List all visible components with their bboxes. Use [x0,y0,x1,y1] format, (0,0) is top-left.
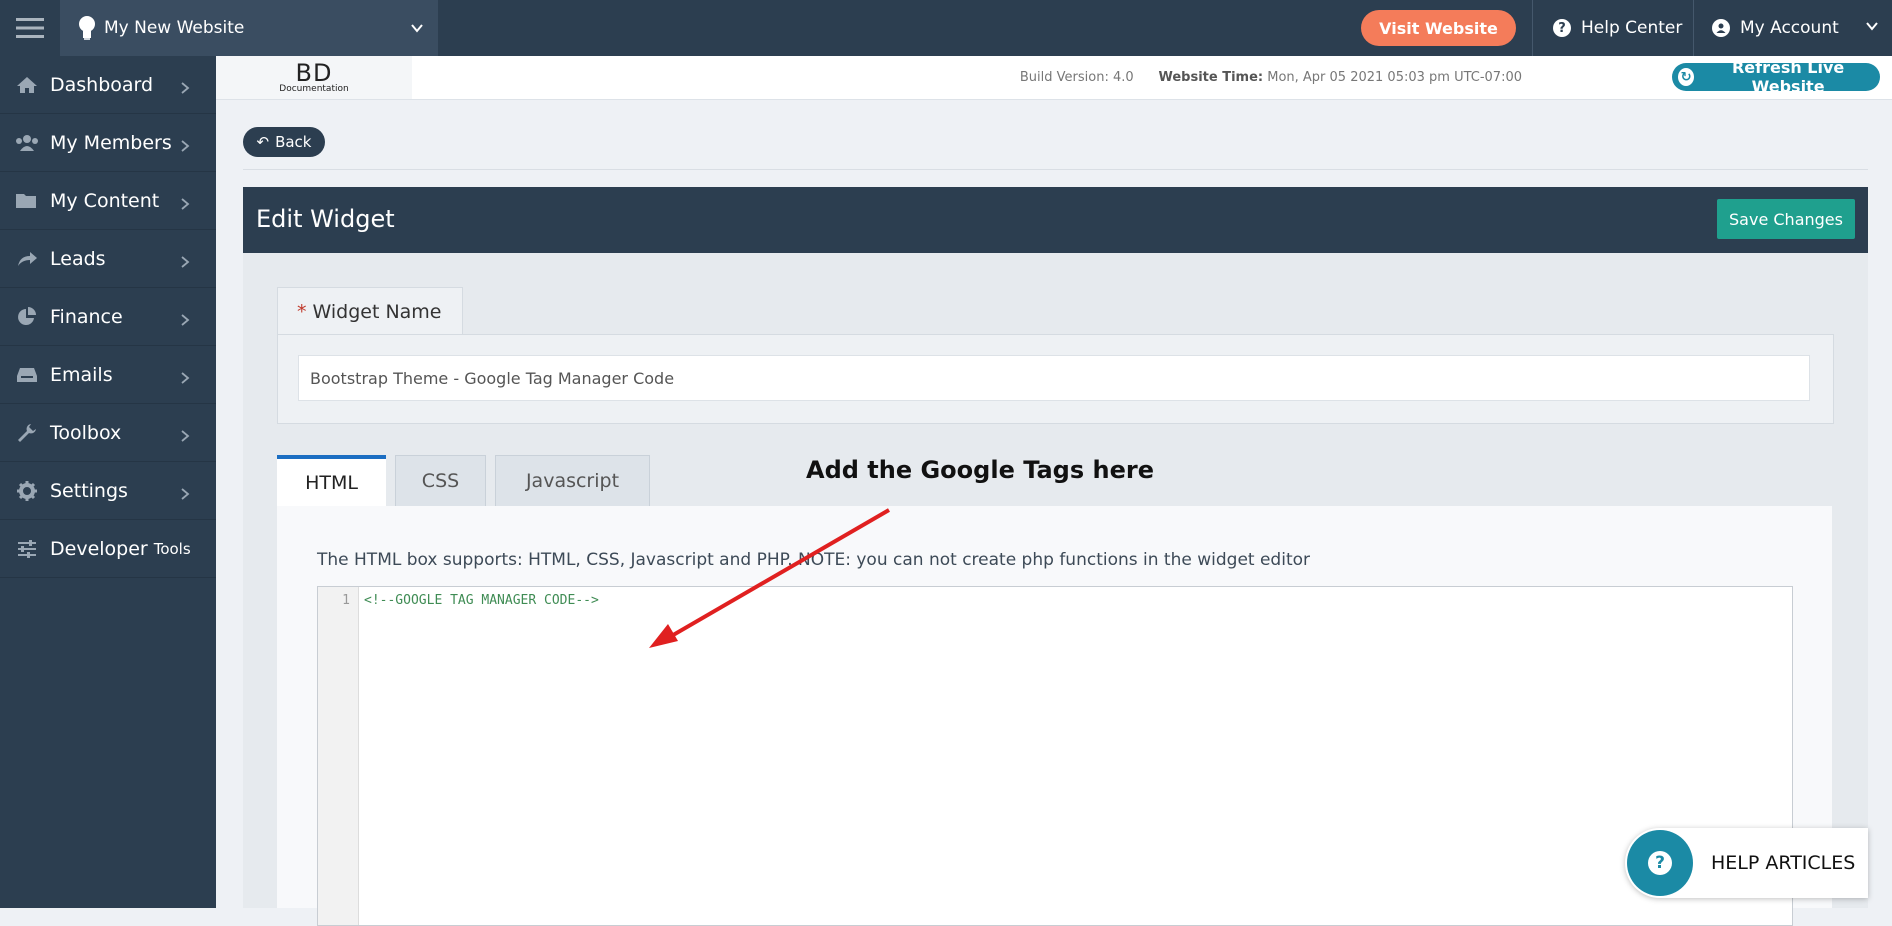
sidebar-item-leads[interactable]: Leads [0,230,216,288]
chevron-right-icon [180,368,190,390]
sub-header: BD Documentation Build Version: 4.0 Webs… [216,56,1892,100]
sidebar-item-my-content[interactable]: My Content [0,172,216,230]
website-selector[interactable]: My New Website [60,0,438,56]
sidebar-item-label: Toolbox [50,421,122,444]
share-icon [14,250,40,268]
inbox-icon [14,366,40,384]
refresh-icon: ↻ [1678,68,1695,86]
sidebar-item-label: Emails [50,363,113,386]
sidebar-item-settings[interactable]: Settings [0,462,216,520]
wrench-icon [14,423,40,443]
gear-icon [14,480,40,501]
sidebar-item-toolbox[interactable]: Toolbox [0,404,216,462]
annotation-text: Add the Google Tags here [806,456,1154,484]
chevron-right-icon [180,252,190,274]
chevron-right-icon [180,426,190,448]
chevron-right-icon [180,194,190,216]
back-button[interactable]: ↶ Back [243,127,325,157]
pie-chart-icon [14,306,40,327]
sidebar-item-label: Settings [50,479,128,502]
sidebar-item-label: Leads [50,247,106,270]
website-name: My New Website [104,18,245,38]
folder-icon [14,192,40,210]
sliders-icon [14,539,40,558]
sidebar-item-label: My Members [50,131,172,154]
divider [243,169,1868,170]
chevron-right-icon [180,78,190,100]
chevron-right-icon [180,136,190,158]
chevron-down-icon [1865,18,1879,38]
code-editor[interactable]: 1 <!--GOOGLE TAG MANAGER CODE--> [317,586,1793,926]
website-time-value: Mon, Apr 05 2021 05:03 pm UTC-07:00 [1267,70,1522,85]
tab-css[interactable]: CSS [395,455,486,506]
code-line[interactable]: <!--GOOGLE TAG MANAGER CODE--> [364,593,599,608]
my-account-menu[interactable]: My Account [1712,0,1879,56]
widget-name-tab: * Widget Name [277,287,463,335]
question-icon: ? [1627,830,1693,896]
logo-subtext: Documentation [279,83,349,94]
edit-widget-header: Edit Widget Save Changes [243,187,1868,253]
save-changes-button[interactable]: Save Changes [1717,199,1855,239]
sidebar-item-suffix: Tools [153,539,191,558]
page-title: Edit Widget [256,205,395,233]
tab-html[interactable]: HTML [277,455,386,506]
editor-gutter: 1 [318,587,359,925]
sidebar-item-finance[interactable]: Finance [0,288,216,346]
website-time-label: Website Time: [1158,70,1264,85]
bd-logo[interactable]: BD Documentation [216,56,412,99]
back-arrow-icon: ↶ [256,133,270,151]
refresh-live-website-button[interactable]: ↻ Refresh Live Website [1672,58,1880,96]
chevron-right-icon [180,310,190,332]
sidebar-item-my-members[interactable]: My Members [0,114,216,172]
sidebar-item-label: Finance [50,305,123,328]
tab-javascript[interactable]: Javascript [495,455,650,506]
logo-text: BD [295,58,333,87]
visit-website-button[interactable]: Visit Website [1361,10,1516,46]
help-articles-label: HELP ARTICLES [1711,852,1856,874]
users-icon [14,134,40,152]
back-label: Back [275,133,312,151]
help-articles-button[interactable]: ? HELP ARTICLES [1625,828,1868,898]
build-info: Build Version: 4.0 Website Time: Mon, Ap… [1020,70,1522,85]
sidebar-item-emails[interactable]: Emails [0,346,216,404]
sidebar-item-dashboard[interactable]: Dashboard [0,56,216,114]
chevron-down-icon [410,20,424,40]
help-center-label: Help Center [1581,18,1683,38]
question-icon: ? [1553,19,1571,37]
editor-hint: The HTML box supports: HTML, CSS, Javasc… [317,550,1310,570]
sidebar-item-label: Dashboard [50,73,154,96]
home-icon [14,76,40,94]
my-account-label: My Account [1740,18,1839,38]
sidebar-item-label: My Content [50,189,160,212]
widget-name-label: Widget Name [312,300,442,323]
code-panel: The HTML box supports: HTML, CSS, Javasc… [277,506,1832,926]
refresh-label: Refresh Live Website [1731,58,1845,96]
sidebar-item-developer-tools[interactable]: Developer Tools [0,520,216,578]
line-number: 1 [342,593,350,608]
widget-name-box [277,334,1834,424]
sidebar: Dashboard My Members My Content Leads Fi… [0,56,216,908]
top-bar: My New Website Visit Website ? Help Cent… [0,0,1892,56]
chevron-right-icon [180,484,190,506]
sidebar-item-label: Developer [50,537,148,560]
widget-name-input[interactable] [298,355,1810,401]
separator [1693,0,1694,56]
help-center-link[interactable]: ? Help Center [1553,0,1682,56]
build-version: Build Version: 4.0 [1019,70,1134,85]
user-icon [1712,19,1730,37]
lightbulb-icon [78,15,96,41]
separator [1532,0,1533,56]
required-marker: * [297,300,307,323]
menu-icon[interactable] [0,0,60,56]
